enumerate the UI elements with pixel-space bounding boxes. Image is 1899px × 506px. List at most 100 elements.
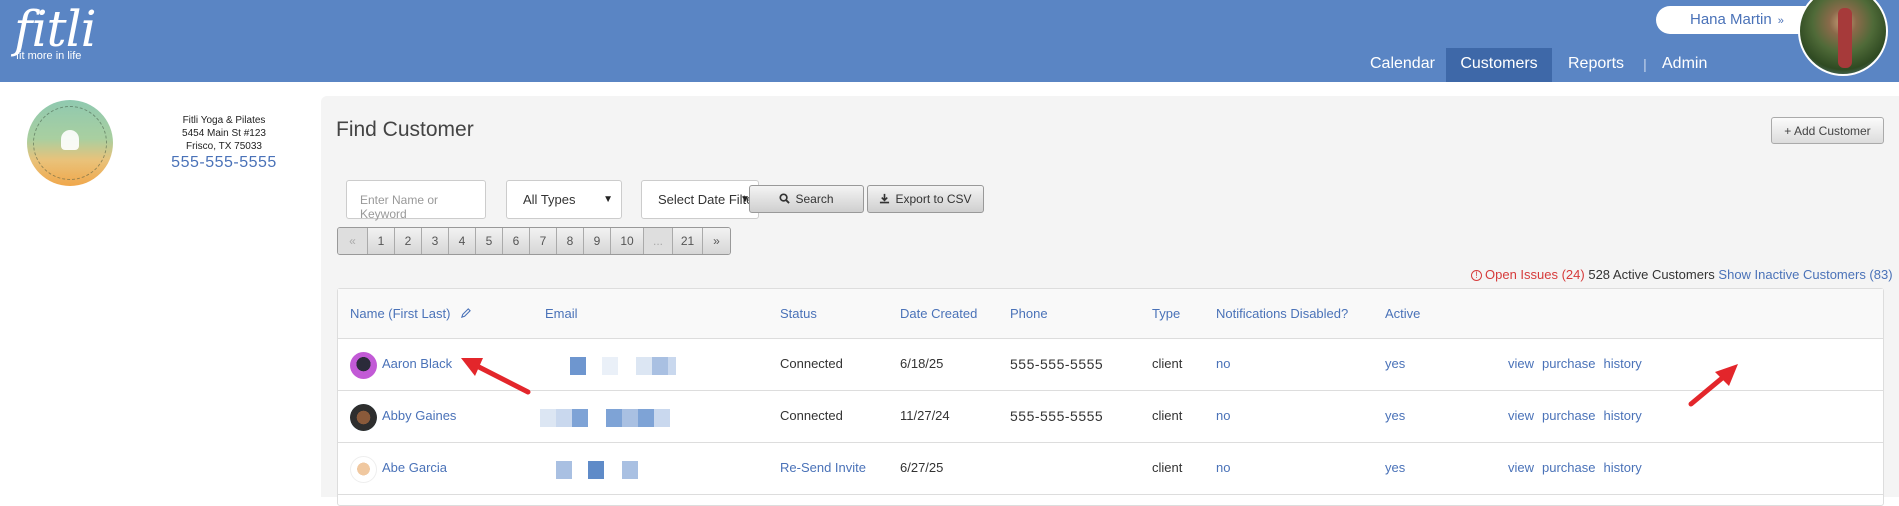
notifications-disabled-value[interactable]: no (1216, 356, 1230, 371)
customers-table: Name (First Last) Email Status Date Crea… (337, 288, 1884, 506)
studio-info: Fitli Yoga & Pilates 5454 Main St #123 F… (150, 114, 298, 171)
nav-admin[interactable]: Admin (1658, 48, 1728, 82)
studio-address-1: 5454 Main St #123 (182, 128, 266, 139)
search-icon (779, 193, 791, 204)
main-panel: Find Customer + Add Customer Enter Name … (321, 96, 1899, 506)
pager-page[interactable]: 2 (395, 228, 422, 254)
col-name-label: Name (First Last) (350, 306, 451, 321)
customer-name-link[interactable]: Abby Gaines (382, 408, 456, 423)
col-status[interactable]: Status (780, 306, 817, 321)
pager-page[interactable]: 5 (476, 228, 503, 254)
add-customer-button[interactable]: + Add Customer (1771, 117, 1884, 144)
nav-reports[interactable]: Reports (1552, 48, 1632, 82)
page-title: Find Customer (336, 118, 474, 141)
type-select[interactable]: All Types ▼ (506, 180, 622, 219)
customer-avatar (350, 352, 377, 379)
date-created: 6/27/25 (900, 460, 944, 475)
notifications-disabled-value[interactable]: no (1216, 460, 1230, 475)
studio-logo (27, 100, 113, 186)
view-link[interactable]: view (1508, 356, 1534, 371)
show-inactive-link[interactable]: Show Inactive Customers (83) (1718, 267, 1892, 282)
active-value[interactable]: yes (1385, 356, 1405, 371)
user-avatar[interactable] (1798, 0, 1888, 76)
history-link[interactable]: history (1604, 356, 1642, 371)
customer-avatar (350, 456, 377, 483)
purchase-link[interactable]: purchase (1542, 460, 1595, 475)
pager-page[interactable]: 21 (673, 228, 703, 254)
customer-avatar (350, 404, 377, 431)
col-email[interactable]: Email (545, 306, 578, 321)
history-link[interactable]: history (1604, 460, 1642, 475)
status-text: Connected (780, 408, 843, 423)
search-button-label: Search (795, 192, 834, 206)
top-navbar: fitli fit more in life Hana Martin » Cale… (0, 0, 1899, 82)
studio-address-2: Frisco, TX 75033 (186, 141, 262, 152)
phone-number: 555-555-5555 (1010, 356, 1104, 372)
col-type[interactable]: Type (1152, 306, 1180, 321)
open-issues-link[interactable]: ! Open Issues (24) (1471, 267, 1585, 282)
view-link[interactable]: view (1508, 460, 1534, 475)
date-created: 11/27/24 (900, 408, 950, 423)
customer-type: client (1152, 408, 1183, 423)
customer-name-link[interactable]: Aaron Black (382, 356, 452, 371)
active-value[interactable]: yes (1385, 460, 1405, 475)
row-actions: view purchase history (1508, 460, 1650, 475)
customer-summary: ! Open Issues (24) 528 Active Customers S… (1471, 267, 1893, 282)
pager-page[interactable]: 1 (368, 228, 395, 254)
chevron-down-icon: » (1777, 15, 1784, 27)
purchase-link[interactable]: purchase (1542, 408, 1595, 423)
open-issues-label: Open Issues (24) (1485, 267, 1585, 282)
pager-page[interactable]: 6 (503, 228, 530, 254)
pager-page[interactable]: 3 (422, 228, 449, 254)
pager-next[interactable]: » (703, 228, 730, 254)
active-value[interactable]: yes (1385, 408, 1405, 423)
nav-separator: | (1643, 56, 1647, 72)
pager-page[interactable]: 9 (584, 228, 611, 254)
purchase-link[interactable]: purchase (1542, 356, 1595, 371)
row-actions: view purchase history (1508, 408, 1650, 423)
customer-type: client (1152, 356, 1183, 371)
main-nav: Calendar Customers Reports | Admin (1354, 48, 1728, 82)
view-link[interactable]: view (1508, 408, 1534, 423)
export-csv-button[interactable]: Export to CSV (867, 185, 984, 213)
table-row: Aaron Black Connected 6/18/25 555-555-55… (338, 339, 1883, 391)
notifications-disabled-value[interactable]: no (1216, 408, 1230, 423)
logo-wordmark: fitli (14, 0, 97, 58)
pager-page[interactable]: 10 (611, 228, 644, 254)
type-select-value: All Types (523, 192, 576, 207)
pager-page[interactable]: 7 (530, 228, 557, 254)
customer-type: client (1152, 460, 1183, 475)
user-name: Hana Martin (1690, 11, 1772, 28)
col-active[interactable]: Active (1385, 306, 1420, 321)
chevron-down-icon: ▼ (603, 194, 613, 205)
pagination: « 1 2 3 4 5 6 7 8 9 10 ... 21 » (337, 227, 731, 255)
col-phone[interactable]: Phone (1010, 306, 1048, 321)
nav-calendar[interactable]: Calendar (1354, 48, 1446, 82)
history-link[interactable]: history (1604, 408, 1642, 423)
date-created: 6/18/25 (900, 356, 944, 371)
resend-invite-link[interactable]: Re-Send Invite (780, 460, 866, 475)
studio-phone[interactable]: 555-555-5555 (150, 155, 298, 171)
table-row: Abby Gaines Connected 11/27/24 555-555-5… (338, 391, 1883, 443)
phone-number: 555-555-5555 (1010, 408, 1104, 424)
nav-customers[interactable]: Customers (1446, 48, 1552, 82)
col-date-created[interactable]: Date Created (900, 306, 977, 321)
table-row: Abe Garcia Re-Send Invite 6/27/25 client… (338, 443, 1883, 495)
col-name[interactable]: Name (First Last) (350, 306, 471, 321)
customer-name-link[interactable]: Abe Garcia (382, 460, 447, 475)
pager-page[interactable]: 4 (449, 228, 476, 254)
col-notifications-disabled[interactable]: Notifications Disabled? (1216, 306, 1348, 321)
search-input[interactable]: Enter Name or Keyword (346, 180, 486, 221)
status-text: Connected (780, 356, 843, 371)
search-button[interactable]: Search (749, 185, 864, 213)
pencil-icon[interactable] (460, 308, 471, 319)
pager-prev[interactable]: « (338, 228, 368, 254)
download-icon (880, 193, 890, 204)
date-filter-select[interactable]: Select Date Filter ▼ (641, 180, 759, 219)
fitli-logo[interactable]: fitli fit more in life (14, 0, 97, 62)
active-customers-count: 528 Active Customers (1588, 267, 1715, 282)
table-header: Name (First Last) Email Status Date Crea… (338, 289, 1883, 339)
studio-name: Fitli Yoga & Pilates (182, 115, 266, 126)
alert-icon: ! (1471, 270, 1482, 281)
pager-page[interactable]: 8 (557, 228, 584, 254)
